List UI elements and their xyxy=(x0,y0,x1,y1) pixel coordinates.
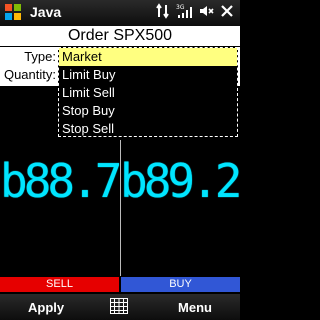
type-dropdown-list[interactable]: Market Limit Buy Limit Sell Stop Buy Sto… xyxy=(58,47,238,137)
3g-signal-icon[interactable]: 3G xyxy=(176,3,192,24)
sell-button[interactable]: SELL xyxy=(0,277,119,292)
type-option-limit-buy[interactable]: Limit Buy xyxy=(62,66,115,84)
volume-off-icon[interactable] xyxy=(198,3,214,24)
type-option-stop-sell[interactable]: Stop Sell xyxy=(62,120,114,138)
type-option-market[interactable]: Market xyxy=(59,48,237,66)
type-option-limit-sell[interactable]: Limit Sell xyxy=(62,84,115,102)
windows-logo-icon[interactable] xyxy=(4,3,22,21)
app-title: Java xyxy=(30,4,62,20)
sell-price-display: b88.7 xyxy=(0,154,123,208)
network-arrows-icon[interactable] xyxy=(156,3,170,24)
softkey-bar: Apply Menu xyxy=(0,294,240,320)
close-icon[interactable] xyxy=(220,4,234,23)
keyboard-icon[interactable] xyxy=(110,298,128,314)
order-title: Order SPX500 xyxy=(0,26,240,47)
apply-softkey[interactable]: Apply xyxy=(28,300,64,315)
status-bar: Java 3G xyxy=(0,0,240,26)
status-icons: 3G xyxy=(156,3,234,24)
quantity-label: Quantity: xyxy=(3,67,56,82)
type-label: Type: xyxy=(24,49,56,64)
buy-button[interactable]: BUY xyxy=(121,277,240,292)
svg-text:3G: 3G xyxy=(176,4,185,11)
type-option-stop-buy[interactable]: Stop Buy xyxy=(62,102,115,120)
buy-price-display: b89.2 xyxy=(120,154,243,208)
menu-softkey[interactable]: Menu xyxy=(178,300,212,315)
